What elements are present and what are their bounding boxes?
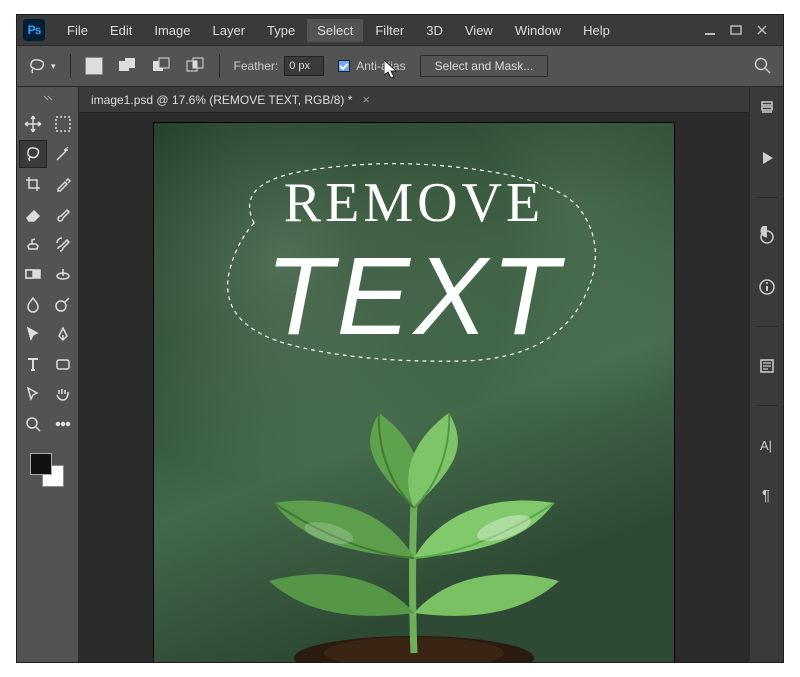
- menu-view[interactable]: View: [455, 19, 503, 42]
- svg-text:A|: A|: [760, 438, 772, 453]
- photoshop-window: Ps File Edit Image Layer Type Select Fil…: [16, 14, 784, 663]
- selection-mode-intersect[interactable]: [185, 57, 205, 75]
- history-panel-icon[interactable]: [756, 97, 778, 119]
- document-tab[interactable]: image1.psd @ 17.6% (REMOVE TEXT, RGB/8) …: [79, 87, 749, 113]
- right-dock: A| ¶: [749, 87, 783, 662]
- dodge-tool[interactable]: [50, 291, 76, 317]
- paint-bucket-tool[interactable]: [50, 261, 76, 287]
- selection-mode-new[interactable]: [85, 57, 103, 75]
- info-panel-icon[interactable]: [756, 276, 778, 298]
- hand-tool[interactable]: [50, 381, 76, 407]
- menu-image[interactable]: Image: [144, 19, 200, 42]
- path-selection-tool[interactable]: [20, 321, 46, 347]
- menu-select[interactable]: Select: [307, 19, 363, 42]
- menu-help[interactable]: Help: [573, 19, 620, 42]
- feather-input[interactable]: [284, 56, 324, 76]
- character-panel-icon[interactable]: A|: [756, 434, 778, 456]
- blur-tool[interactable]: [20, 291, 46, 317]
- canvas[interactable]: REMOVE TEXT: [154, 123, 674, 662]
- add-to-selection-icon: [117, 57, 137, 75]
- foreground-background-colors[interactable]: [26, 453, 70, 491]
- selection-mode-add[interactable]: [117, 57, 137, 75]
- crop-tool[interactable]: [20, 171, 46, 197]
- menu-window[interactable]: Window: [505, 19, 571, 42]
- close-tab-icon[interactable]: ×: [362, 92, 370, 107]
- marquee-tool[interactable]: [50, 111, 76, 137]
- menu-3d[interactable]: 3D: [416, 19, 453, 42]
- antialias-label: Anti-alias: [356, 59, 405, 73]
- options-bar: ▾ Feather: Anti-alias Select and Mask...: [17, 45, 783, 87]
- menu-file[interactable]: File: [57, 19, 98, 42]
- zoom-tool[interactable]: [20, 411, 46, 437]
- minimize-button[interactable]: [703, 23, 717, 37]
- brush-tool[interactable]: [50, 201, 76, 227]
- selection-mode-subtract[interactable]: [151, 57, 171, 75]
- checkbox-checked-icon: [338, 60, 350, 72]
- maximize-button[interactable]: [729, 23, 743, 37]
- menu-type[interactable]: Type: [257, 19, 305, 42]
- eyedropper-tool[interactable]: [50, 171, 76, 197]
- document-area: image1.psd @ 17.6% (REMOVE TEXT, RGB/8) …: [79, 87, 749, 662]
- menu-edit[interactable]: Edit: [100, 19, 142, 42]
- plant-image: [204, 353, 624, 662]
- panel-grip-icon[interactable]: [41, 93, 55, 103]
- lasso-tool[interactable]: [20, 141, 46, 167]
- antialias-checkbox[interactable]: Anti-alias: [338, 59, 405, 73]
- magic-wand-tool[interactable]: [50, 141, 76, 167]
- subtract-from-selection-icon: [151, 57, 171, 75]
- menu-layer[interactable]: Layer: [203, 19, 256, 42]
- edit-toolbar[interactable]: [50, 411, 76, 437]
- play-icon[interactable]: [756, 147, 778, 169]
- type-tool[interactable]: [20, 351, 46, 377]
- document-tab-title: image1.psd @ 17.6% (REMOVE TEXT, RGB/8) …: [91, 93, 352, 107]
- paragraph-panel-icon[interactable]: [756, 355, 778, 377]
- search-icon[interactable]: [753, 56, 773, 76]
- select-and-mask-button[interactable]: Select and Mask...: [420, 55, 549, 77]
- menu-bar: Ps File Edit Image Layer Type Select Fil…: [17, 15, 783, 45]
- shape-tool[interactable]: [50, 351, 76, 377]
- eraser-tool[interactable]: [20, 201, 46, 227]
- lasso-selection-outline: [214, 153, 614, 373]
- menu-filter[interactable]: Filter: [365, 19, 414, 42]
- pen-tool[interactable]: [50, 321, 76, 347]
- active-tool-indicator[interactable]: ▾: [27, 57, 56, 75]
- pilcrow-icon[interactable]: ¶: [756, 484, 778, 506]
- lasso-icon: [27, 57, 47, 75]
- app-logo: Ps: [23, 19, 45, 41]
- close-button[interactable]: [755, 23, 769, 37]
- foreground-color-swatch[interactable]: [30, 453, 52, 475]
- svg-text:¶: ¶: [762, 487, 770, 504]
- clone-stamp-tool[interactable]: [20, 231, 46, 257]
- gradient-tool[interactable]: [20, 261, 46, 287]
- history-brush-tool[interactable]: [50, 231, 76, 257]
- direct-selection-tool[interactable]: [20, 381, 46, 407]
- adjustments-panel-icon[interactable]: [756, 226, 778, 248]
- feather-label: Feather:: [234, 59, 279, 73]
- move-tool[interactable]: [20, 111, 46, 137]
- intersect-selection-icon: [185, 57, 205, 75]
- tools-panel: [17, 87, 79, 662]
